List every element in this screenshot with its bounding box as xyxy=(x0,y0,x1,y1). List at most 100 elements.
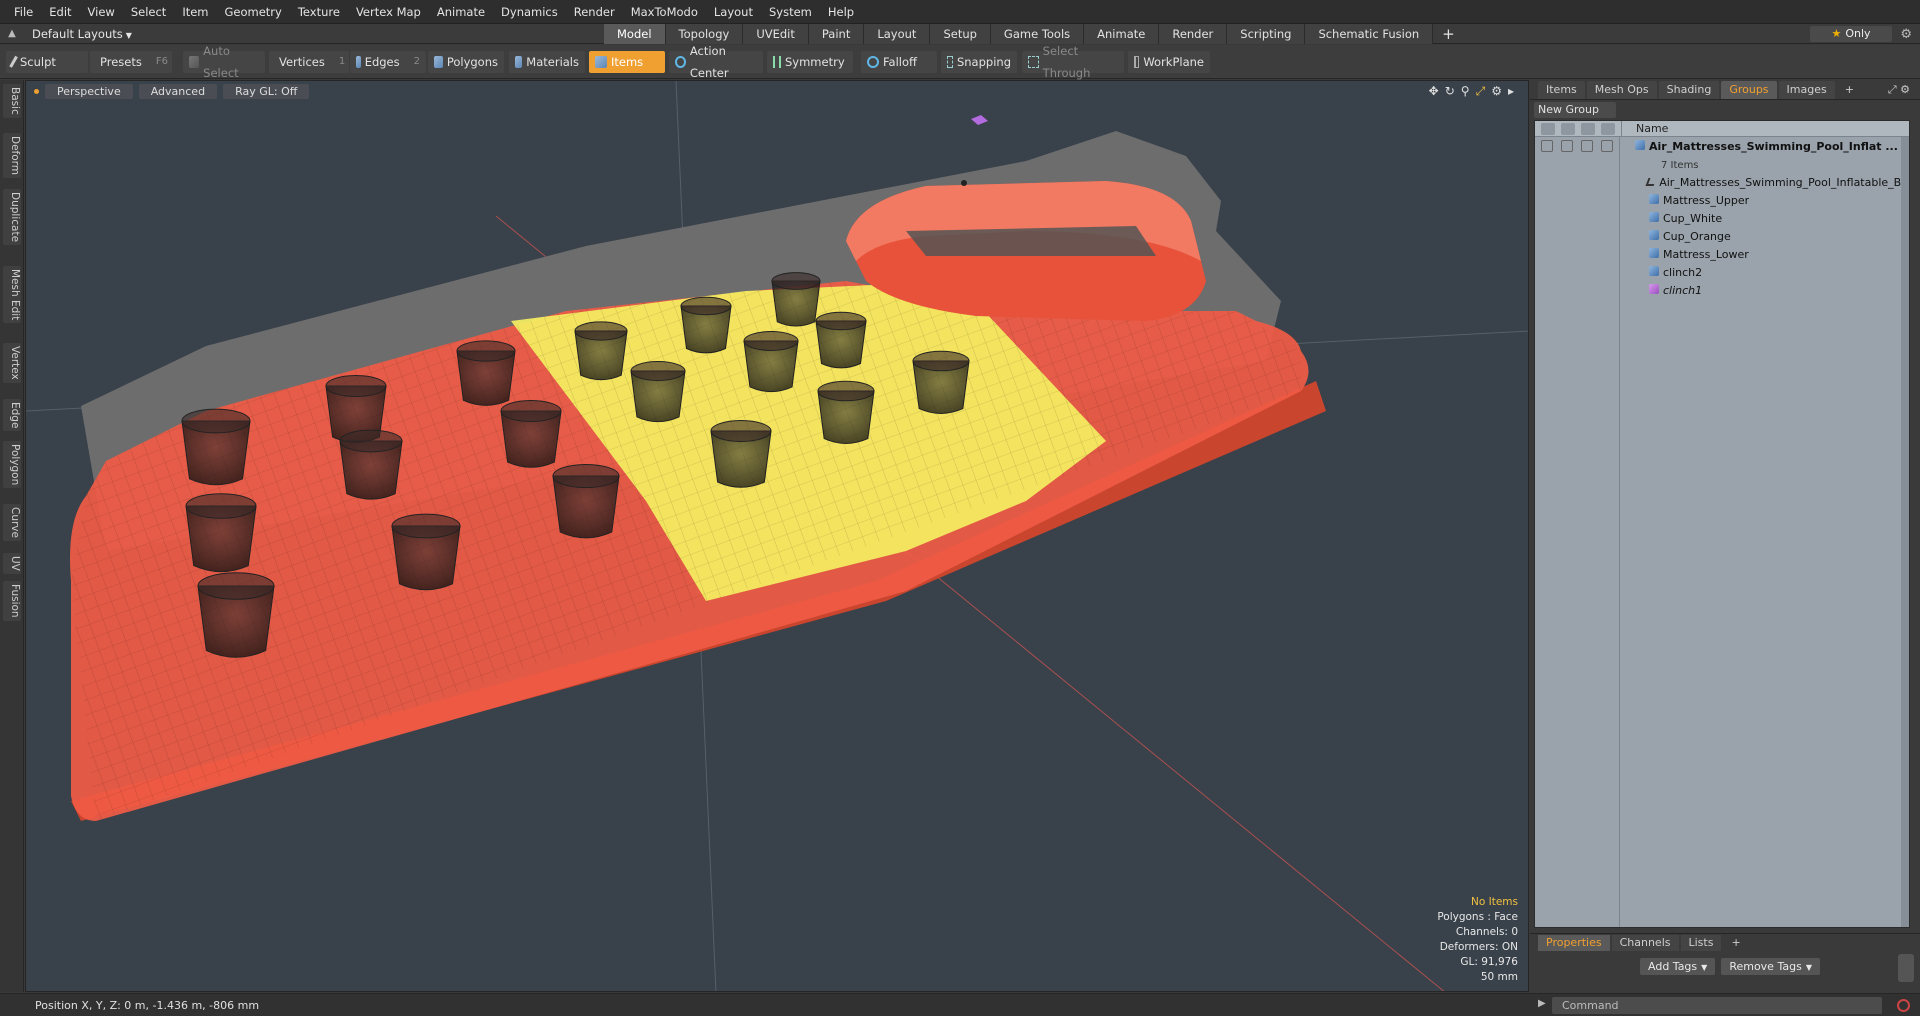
menu-select[interactable]: Select xyxy=(123,0,174,24)
render-icon[interactable] xyxy=(1561,122,1575,135)
add-panel-tab-icon[interactable]: + xyxy=(1837,81,1862,99)
menu-maxtomodo[interactable]: MaxToModo xyxy=(623,0,706,24)
auto-select-button[interactable]: Auto Select xyxy=(183,44,265,80)
tab-model[interactable]: Model xyxy=(604,24,666,44)
menu-vertex-map[interactable]: Vertex Map xyxy=(348,0,429,24)
tree-item[interactable]: Cup_White xyxy=(1535,209,1909,227)
side-tab-fusion[interactable]: Fusion xyxy=(3,581,21,621)
menu-edit[interactable]: Edit xyxy=(41,0,79,24)
panel-expand-icon[interactable]: ⤢ ⚙ xyxy=(1888,83,1910,97)
menu-texture[interactable]: Texture xyxy=(290,0,348,24)
add-tags-button[interactable]: Add Tags ▼ xyxy=(1640,958,1716,975)
lock-icon[interactable] xyxy=(1581,122,1595,135)
zoom-view-icon[interactable]: ⚲ xyxy=(1461,84,1470,99)
panel-tab-groups[interactable]: Groups xyxy=(1721,80,1777,99)
layout-selector[interactable]: Default Layouts ▼ xyxy=(24,24,144,44)
panel-side-button[interactable] xyxy=(1898,954,1914,982)
move-view-icon[interactable]: ✥ xyxy=(1429,84,1439,99)
lock-toggle[interactable] xyxy=(1581,140,1593,152)
visibility-toggle[interactable] xyxy=(1541,140,1553,152)
record-icon[interactable] xyxy=(1897,999,1910,1012)
viewport-gear-icon[interactable]: ⚙ xyxy=(1491,84,1502,99)
sculpt-button[interactable]: Sculpt xyxy=(6,51,88,73)
menu-item[interactable]: Item xyxy=(174,0,216,24)
side-tab-vertex[interactable]: Vertex xyxy=(3,343,21,383)
tree-scrollbar[interactable] xyxy=(1901,137,1909,927)
tab-layout[interactable]: Layout xyxy=(864,24,931,44)
menu-file[interactable]: File xyxy=(6,0,41,24)
rotate-view-icon[interactable]: ↻ xyxy=(1445,84,1455,99)
edges-button[interactable]: Edges 2 xyxy=(350,51,426,73)
command-input[interactable]: Command xyxy=(1552,997,1882,1014)
tree-item[interactable]: Air_Mattresses_Swimming_Pool_Inflat ... xyxy=(1535,137,1909,155)
side-tab-duplicate[interactable]: Duplicate xyxy=(3,189,21,246)
select-toggle[interactable] xyxy=(1601,140,1613,152)
layout-collapse-icon[interactable]: ▲ xyxy=(0,24,24,44)
menu-geometry[interactable]: Geometry xyxy=(217,0,290,24)
panel-tab-items[interactable]: Items xyxy=(1538,80,1585,99)
gear-icon[interactable]: ⚙ xyxy=(1900,27,1912,42)
tab-setup[interactable]: Setup xyxy=(930,24,991,44)
vertices-button[interactable]: Vertices 1 xyxy=(269,51,349,73)
item-count[interactable]: 7 Items xyxy=(1535,155,1909,173)
add-tab-icon[interactable]: + xyxy=(1433,24,1464,44)
tree-item[interactable]: Mattress_Lower xyxy=(1535,245,1909,263)
viewport-expand-icon[interactable]: ▸ xyxy=(1508,84,1514,99)
side-tab-edge[interactable]: Edge xyxy=(3,399,21,432)
scene-render[interactable] xyxy=(26,81,1529,992)
side-tab-curve[interactable]: Curve xyxy=(3,504,21,541)
menu-dynamics[interactable]: Dynamics xyxy=(493,0,566,24)
select-through-button[interactable]: Select Through xyxy=(1022,44,1124,80)
viewport-menu-icon[interactable] xyxy=(34,88,39,94)
shading-dropdown[interactable]: Advanced xyxy=(138,83,218,99)
render-toggle[interactable] xyxy=(1561,140,1573,152)
tab-schematic-fusion[interactable]: Schematic Fusion xyxy=(1305,24,1434,44)
name-column-header[interactable]: Name xyxy=(1621,120,1668,137)
side-tab-mesh-edit[interactable]: Mesh Edit xyxy=(3,266,21,324)
menu-view[interactable]: View xyxy=(80,0,123,24)
symmetry-button[interactable]: Symmetry xyxy=(767,51,853,73)
side-tab-basic[interactable]: Basic xyxy=(3,84,21,118)
snapping-button[interactable]: Snapping xyxy=(941,51,1017,73)
raygl-toggle[interactable]: Ray GL: Off xyxy=(223,83,310,99)
props-tab-lists[interactable]: Lists xyxy=(1680,934,1722,951)
remove-tags-button[interactable]: Remove Tags ▼ xyxy=(1721,958,1820,975)
3d-viewport[interactable]: Perspective Advanced Ray GL: Off ✥ ↻ ⚲ ⤢… xyxy=(25,80,1529,992)
side-tab-polygon[interactable]: Polygon xyxy=(3,441,21,489)
select-icon[interactable] xyxy=(1601,122,1615,135)
panel-tab-mesh-ops[interactable]: Mesh Ops xyxy=(1586,80,1657,99)
tree-item[interactable]: clinch2 xyxy=(1535,263,1909,281)
props-tab-properties[interactable]: Properties xyxy=(1538,934,1610,951)
tab-scripting[interactable]: Scripting xyxy=(1227,24,1306,44)
new-group-button[interactable]: New Group xyxy=(1534,102,1616,118)
side-tab-deform[interactable]: Deform xyxy=(3,133,21,179)
action-center-button[interactable]: Action Center xyxy=(669,44,763,80)
menu-render[interactable]: Render xyxy=(566,0,623,24)
view-type-dropdown[interactable]: Perspective xyxy=(45,83,133,99)
presets-button[interactable]: Presets F6 xyxy=(90,51,172,73)
panel-tab-shading[interactable]: Shading xyxy=(1658,80,1720,99)
tree-item[interactable]: Air_Mattresses_Swimming_Pool_Inflatable_… xyxy=(1535,173,1909,191)
items-button[interactable]: Items xyxy=(589,51,665,73)
menu-help[interactable]: Help xyxy=(820,0,862,24)
add-props-tab-icon[interactable]: + xyxy=(1723,935,1748,951)
materials-button[interactable]: Materials xyxy=(509,51,585,73)
tab-paint[interactable]: Paint xyxy=(808,24,865,44)
menu-system[interactable]: System xyxy=(761,0,820,24)
menu-layout[interactable]: Layout xyxy=(706,0,761,24)
tree-item[interactable]: Cup_Orange xyxy=(1535,227,1909,245)
menu-animate[interactable]: Animate xyxy=(429,0,493,24)
polygons-button[interactable]: Polygons xyxy=(428,51,504,73)
panel-tab-images[interactable]: Images xyxy=(1778,80,1835,99)
viewport-header: Perspective Advanced Ray GL: Off xyxy=(26,81,1528,101)
props-tab-channels[interactable]: Channels xyxy=(1611,934,1679,951)
falloff-button[interactable]: Falloff xyxy=(861,51,937,73)
side-tab-uv[interactable]: UV xyxy=(3,553,21,574)
tab-render[interactable]: Render xyxy=(1159,24,1228,44)
tree-item[interactable]: clinch1 xyxy=(1535,281,1909,299)
visibility-icon[interactable] xyxy=(1541,122,1555,135)
workplane-button[interactable]: WorkPlane xyxy=(1128,51,1210,73)
tree-item[interactable]: Mattress_Upper xyxy=(1535,191,1909,209)
fit-view-icon[interactable]: ⤢ xyxy=(1476,84,1486,99)
only-button[interactable]: ★ Only xyxy=(1810,26,1892,42)
